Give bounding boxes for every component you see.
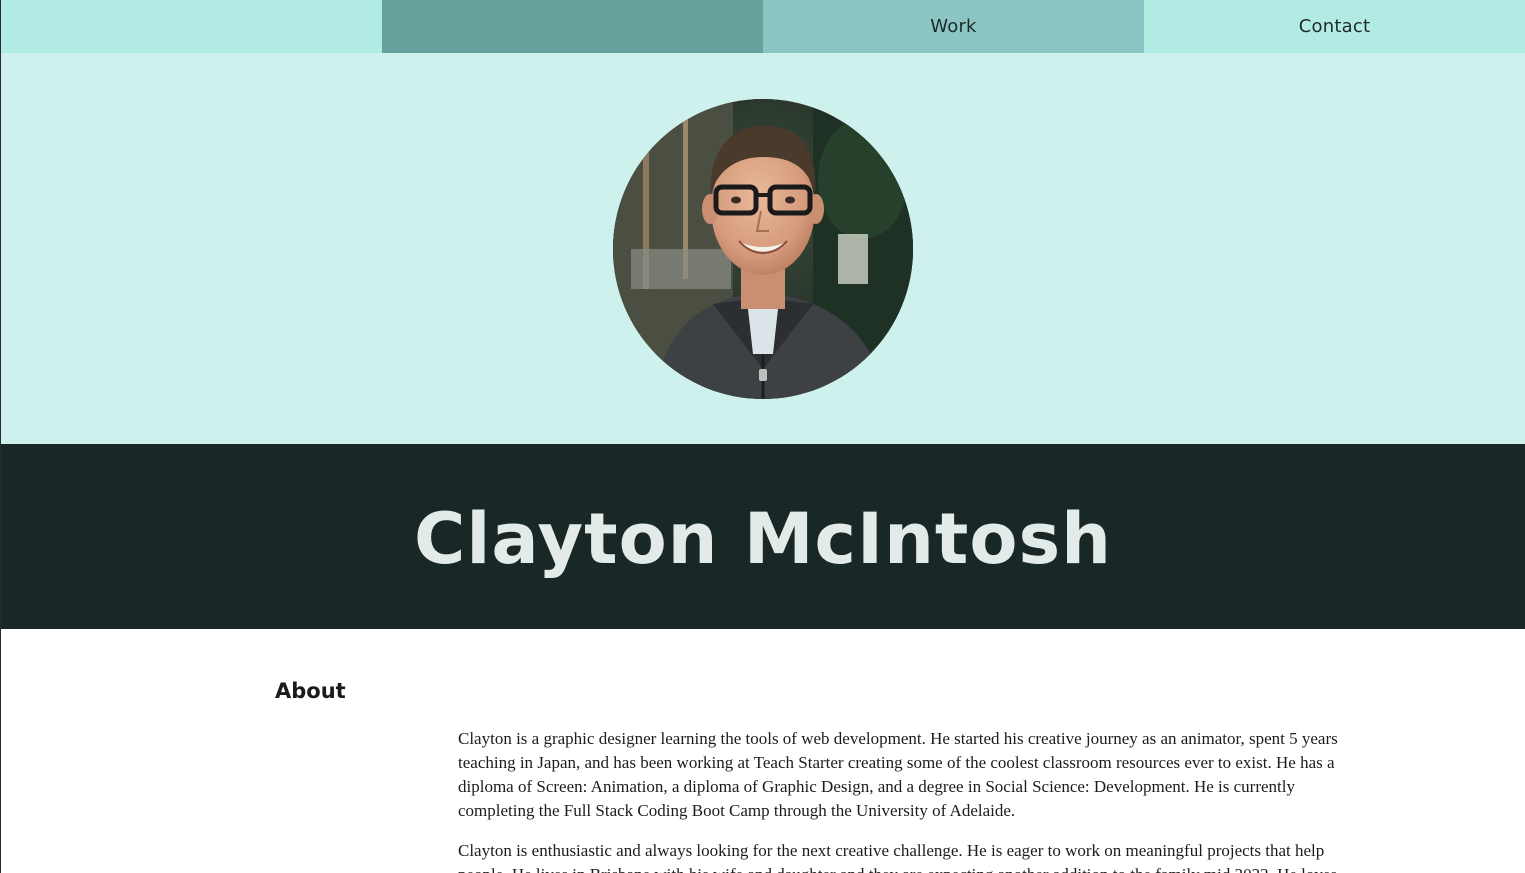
title-band: Clayton McIntosh (1, 444, 1525, 629)
about-paragraph: Clayton is enthusiastic and always looki… (458, 841, 1337, 873)
avatar (613, 99, 913, 399)
nav-item-contact[interactable]: Contact (1144, 0, 1525, 53)
page-title: Clayton McIntosh (414, 497, 1112, 580)
about-heading: About (275, 679, 346, 703)
nav-item-work[interactable]: Work (763, 0, 1144, 53)
about-text: Clayton is a graphic designer learning t… (458, 727, 1373, 873)
about-section: About Clayton is a graphic designer lear… (1, 629, 1525, 873)
about-paragraph: Clayton is a graphic designer learning t… (458, 729, 1338, 820)
profile-photo (613, 99, 913, 399)
page: About Work Contact (0, 0, 1525, 873)
top-nav: About Work Contact (1, 0, 1525, 244)
hero-section (1, 53, 1525, 444)
